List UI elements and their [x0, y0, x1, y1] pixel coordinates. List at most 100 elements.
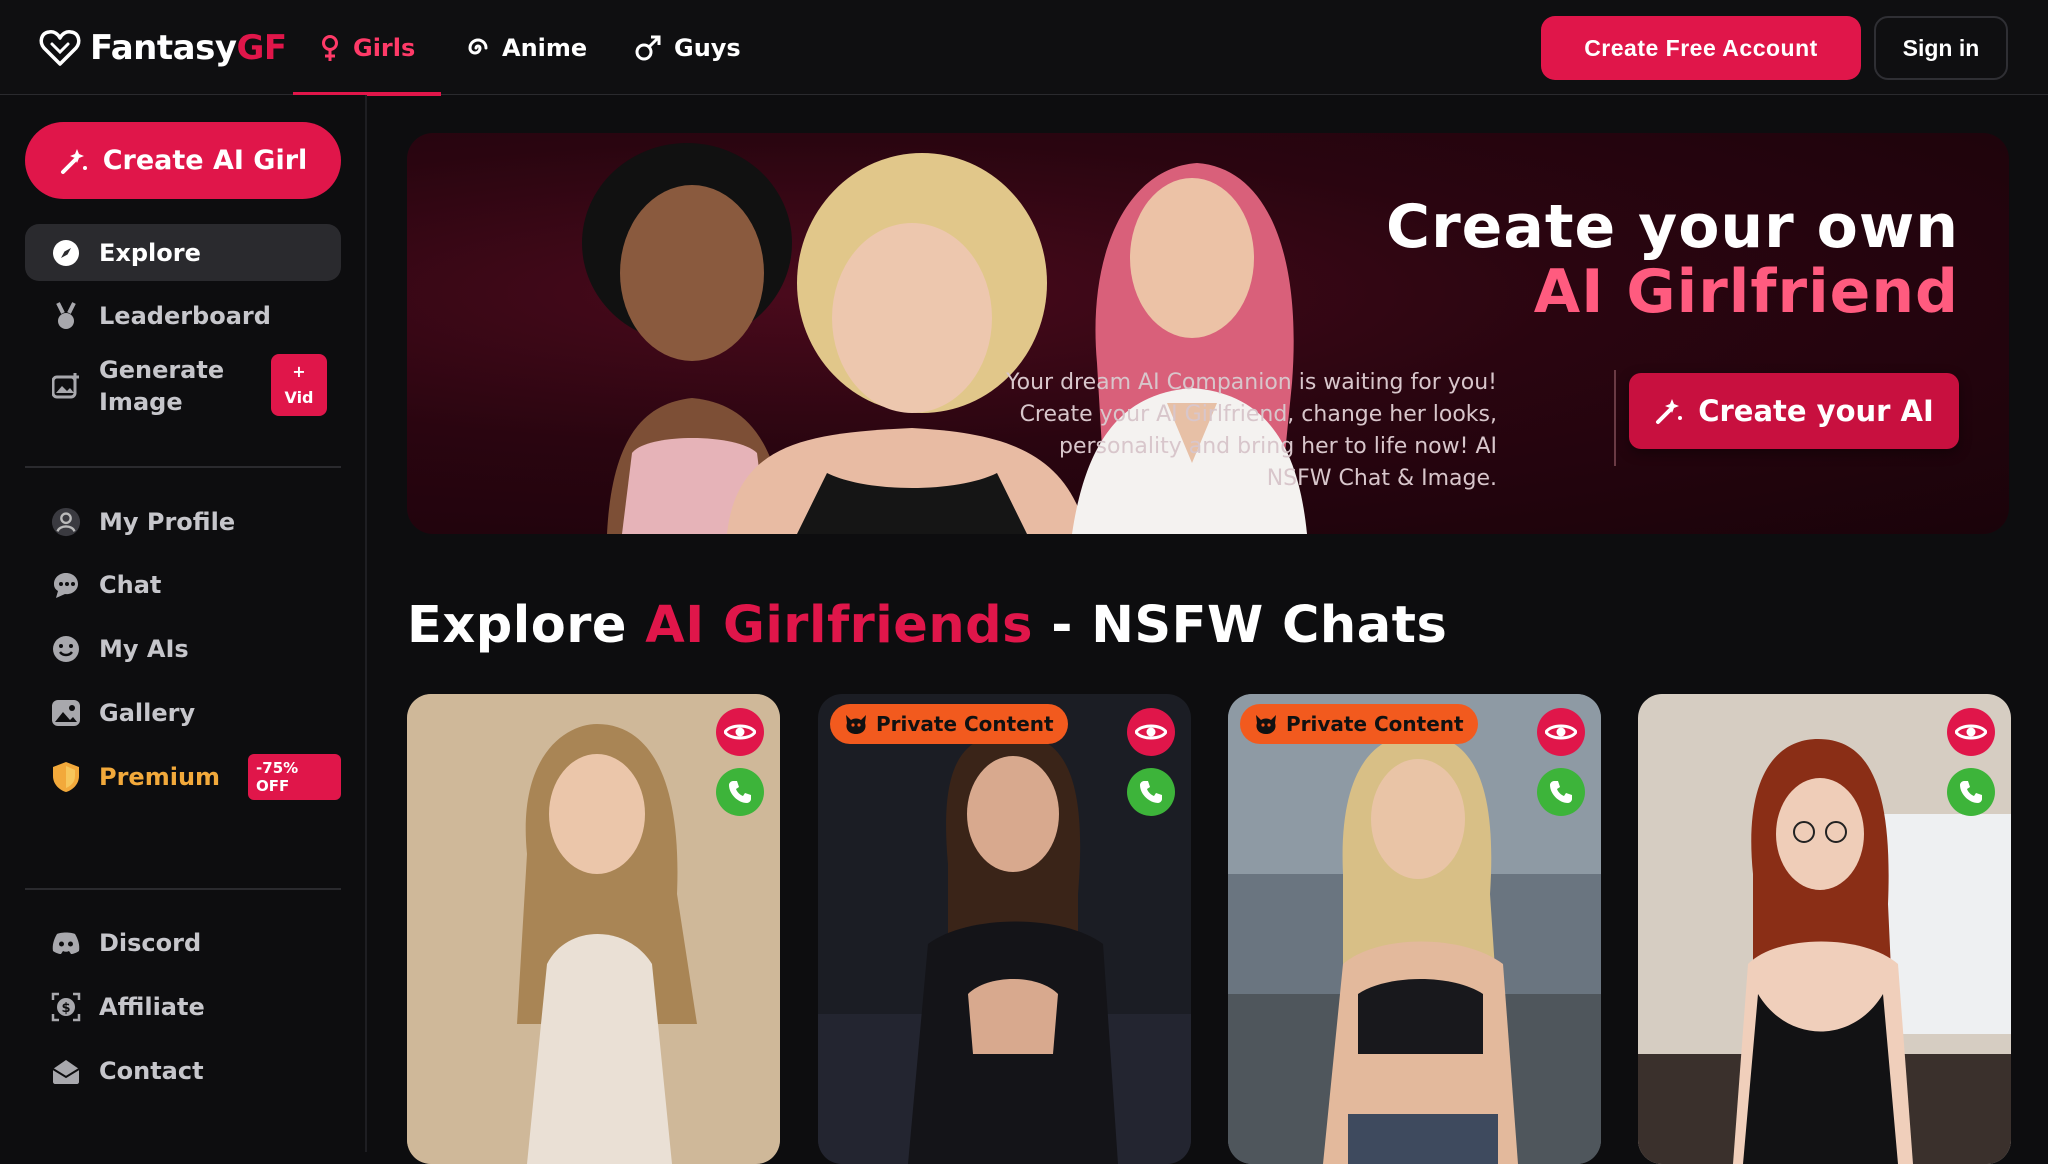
- sidebar-item-my-ais[interactable]: My AIs: [25, 620, 341, 677]
- private-content-badge: Private Content: [830, 704, 1068, 744]
- male-icon: [635, 35, 661, 60]
- call-button[interactable]: [716, 768, 764, 816]
- sidebar-item-label: Leaderboard: [99, 301, 271, 330]
- sidebar-item-gallery[interactable]: Gallery: [25, 684, 341, 741]
- create-your-ai-button[interactable]: Create your AI: [1629, 373, 1959, 449]
- sidebar-item-explore[interactable]: Explore: [25, 224, 341, 281]
- devil-icon: [1256, 715, 1276, 734]
- view-button[interactable]: [1947, 708, 1995, 756]
- tab-label: Guys: [674, 33, 741, 62]
- discord-icon: [51, 928, 81, 958]
- section-title-part1: Explore: [407, 596, 646, 655]
- sidebar: Create AI Girl Explore Leaderboard Gener…: [0, 95, 367, 1152]
- call-button[interactable]: [1537, 768, 1585, 816]
- create-ai-girl-button[interactable]: Create AI Girl: [25, 122, 341, 199]
- hero-title-line2: AI Girlfriend: [1533, 256, 1959, 327]
- sidebar-item-label-line1: Generate: [99, 356, 225, 384]
- eye-icon: [1545, 724, 1577, 740]
- medal-icon: [51, 301, 81, 331]
- magic-wand-icon: [60, 148, 87, 174]
- chat-icon: [51, 570, 81, 600]
- hero-banner: Create your own AI Girlfriend Your dream…: [407, 133, 2009, 534]
- sidebar-item-label: Affiliate: [99, 992, 205, 1021]
- sidebar-divider: [25, 466, 341, 468]
- character-card[interactable]: Private Content: [818, 694, 1191, 1164]
- create-free-account-button[interactable]: Create Free Account: [1541, 16, 1861, 80]
- character-photo: [1638, 694, 2011, 1164]
- eye-icon: [724, 724, 756, 740]
- character-photo: [818, 694, 1191, 1164]
- sidebar-item-label: Explore: [99, 238, 201, 267]
- phone-icon: [729, 781, 751, 803]
- private-content-badge: Private Content: [1240, 704, 1478, 744]
- tab-girls[interactable]: Girls: [293, 0, 442, 96]
- tab-guys[interactable]: Guys: [608, 0, 767, 95]
- user-icon: [51, 507, 81, 537]
- phone-icon: [1550, 781, 1572, 803]
- top-navigation-bar: Fantasy GF Girls Anime Guys Create Free A…: [0, 0, 2048, 96]
- magic-wand-icon: [1656, 399, 1683, 424]
- sidebar-item-chat[interactable]: Chat: [25, 556, 341, 613]
- mail-icon: [51, 1056, 81, 1086]
- sign-in-button[interactable]: Sign in: [1874, 16, 2008, 80]
- hero-title: Create your own AI Girlfriend: [1386, 195, 1959, 325]
- tab-anime[interactable]: Anime: [440, 0, 613, 95]
- sidebar-item-premium[interactable]: Premium -75% OFF: [25, 748, 341, 805]
- shield-icon: [51, 761, 81, 792]
- sidebar-item-affiliate[interactable]: $ Affiliate: [25, 978, 341, 1035]
- eye-icon: [1135, 724, 1167, 740]
- female-icon: [322, 34, 338, 61]
- brand-logo[interactable]: Fantasy GF: [38, 26, 287, 70]
- sidebar-item-label-line2: Image: [99, 388, 183, 416]
- swirl-icon: [468, 38, 488, 54]
- brand-name-part1: Fantasy: [90, 28, 237, 68]
- section-title: Explore AI Girlfriends - NSFW Chats: [407, 596, 1447, 655]
- brand-name-part2: GF: [236, 28, 287, 68]
- phone-icon: [1960, 781, 1982, 803]
- view-button[interactable]: [1127, 708, 1175, 756]
- image-plus-icon: [51, 371, 81, 401]
- sidebar-item-label: Gallery: [99, 698, 196, 727]
- discount-badge: -75% OFF: [248, 753, 341, 800]
- sidebar-item-label: My Profile: [99, 507, 236, 536]
- view-button[interactable]: [716, 708, 764, 756]
- sidebar-item-generate-image[interactable]: Generate Image + Vid: [25, 350, 341, 422]
- private-content-label: Private Content: [1286, 712, 1464, 736]
- create-your-ai-label: Create your AI: [1698, 394, 1934, 428]
- character-photo: [407, 694, 780, 1164]
- view-button[interactable]: [1537, 708, 1585, 756]
- vid-badge: + Vid: [271, 354, 327, 416]
- compass-icon: [51, 238, 81, 268]
- gallery-icon: [51, 698, 81, 728]
- character-card[interactable]: [407, 694, 780, 1164]
- hero-separator: [1614, 370, 1616, 466]
- character-photo: [1228, 694, 1601, 1164]
- tab-label: Anime: [502, 33, 588, 62]
- sidebar-item-label: Discord: [99, 928, 202, 957]
- call-button[interactable]: [1947, 768, 1995, 816]
- sidebar-divider: [25, 888, 341, 890]
- heart-logo-icon: [39, 30, 81, 66]
- sidebar-item-discord[interactable]: Discord: [25, 914, 341, 971]
- sidebar-item-my-profile[interactable]: My Profile: [25, 493, 341, 550]
- sidebar-item-label: My AIs: [99, 634, 189, 663]
- hero-title-line1: Create your own: [1386, 192, 1959, 262]
- svg-text:$: $: [61, 1001, 70, 1016]
- character-card[interactable]: Private Content: [1228, 694, 1601, 1164]
- sidebar-item-label: Contact: [99, 1056, 204, 1085]
- section-title-part2: - NSFW Chats: [1033, 596, 1448, 655]
- sidebar-item-label: Chat: [99, 570, 162, 599]
- vid-badge-plus: +: [292, 362, 306, 382]
- hero-description: Your dream AI Companion is waiting for y…: [1006, 370, 1497, 491]
- dollar-icon: $: [51, 992, 81, 1022]
- sidebar-item-label: Premium: [99, 762, 221, 791]
- sidebar-item-leaderboard[interactable]: Leaderboard: [25, 287, 341, 344]
- create-ai-girl-label: Create AI Girl: [102, 145, 308, 176]
- character-card[interactable]: [1638, 694, 2011, 1164]
- call-button[interactable]: [1127, 768, 1175, 816]
- smile-icon: [51, 634, 81, 664]
- section-title-accent: AI Girlfriends: [645, 596, 1034, 655]
- devil-icon: [846, 715, 866, 734]
- eye-icon: [1955, 724, 1987, 740]
- sidebar-item-contact[interactable]: Contact: [25, 1042, 341, 1099]
